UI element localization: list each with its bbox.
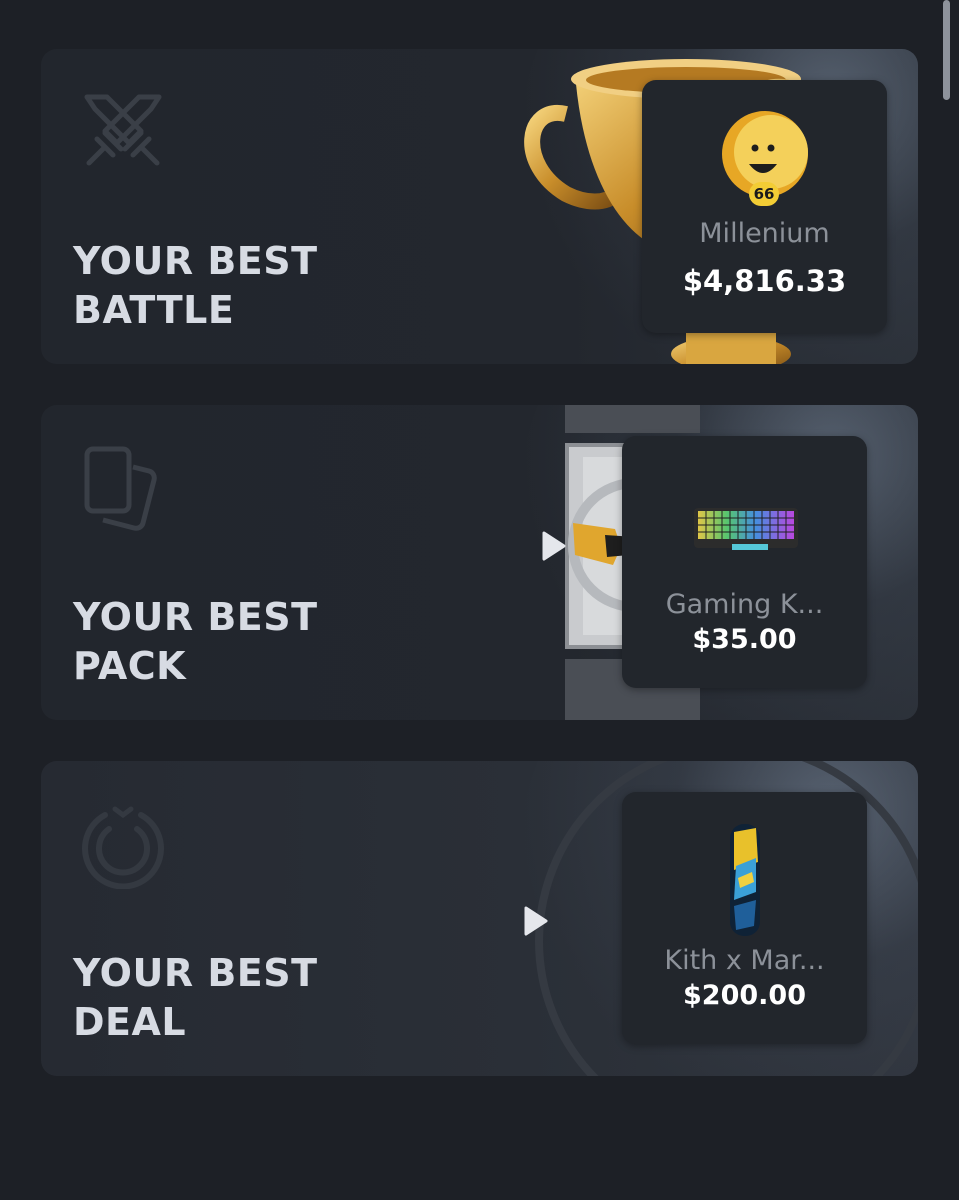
skateboard-deck-image [730,824,760,936]
deal-reward-card[interactable]: Kith x Mar... $200.00 [622,792,867,1044]
title-line-2: DEAL [73,1000,187,1044]
title-line-2: PACK [73,644,187,688]
pointer-arrow-icon [524,906,548,936]
reward-price: $35.00 [692,624,797,655]
battle-reward-card[interactable]: 66 Millenium $4,816.33 [642,80,887,333]
title-line-1: YOUR BEST [73,951,318,995]
card-title: YOUR BEST PACK [73,593,318,691]
reward-price: $4,816.33 [682,264,847,298]
level-badge: 66 [749,182,779,206]
cards-icon [84,446,157,531]
title-line-2: BATTLE [73,288,235,332]
pointer-arrow-icon [542,531,566,561]
crossed-swords-icon [84,94,162,166]
title-line-1: YOUR BEST [73,595,318,639]
best-battle-card[interactable]: YOUR BEST BATTLE 66 Millenium $4,816.33 [41,49,918,364]
title-line-1: YOUR BEST [73,239,318,283]
scrollbar-thumb[interactable] [943,0,950,100]
reward-name: Gaming K... [665,589,824,620]
power-ring-icon [82,806,164,889]
gaming-keyboard-image [694,508,798,550]
reward-name: Millenium [699,218,830,249]
card-title: YOUR BEST BATTLE [73,237,318,335]
reward-price: $200.00 [683,980,806,1011]
reward-name: Kith x Mar... [664,945,825,976]
card-title: YOUR BEST DEAL [73,949,318,1047]
pack-reward-card[interactable]: Gaming K... $35.00 [622,436,867,688]
best-pack-card[interactable]: YOUR BEST PACK Gaming K... $35.00 [41,405,918,720]
best-deal-card[interactable]: YOUR BEST DEAL Kith x Mar... $200.00 [41,761,918,1076]
best-stats-page: YOUR BEST BATTLE 66 Millenium $4,816.33 … [0,0,959,1200]
